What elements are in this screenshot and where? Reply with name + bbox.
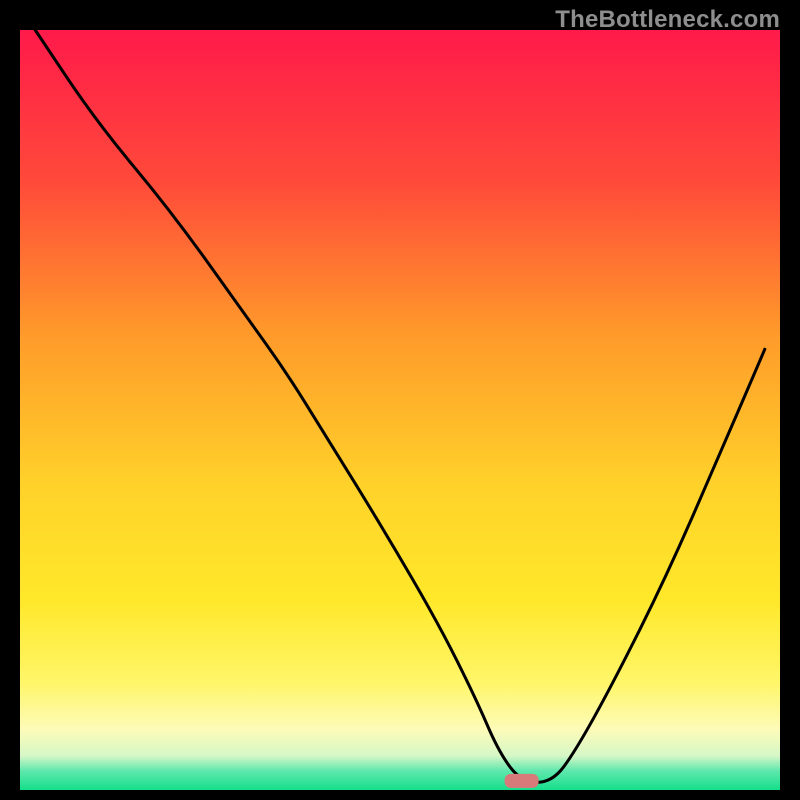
optimum-marker xyxy=(505,774,539,788)
plot-background xyxy=(20,30,780,790)
chart-canvas xyxy=(20,30,780,790)
chart-frame: TheBottleneck.com xyxy=(0,0,800,800)
